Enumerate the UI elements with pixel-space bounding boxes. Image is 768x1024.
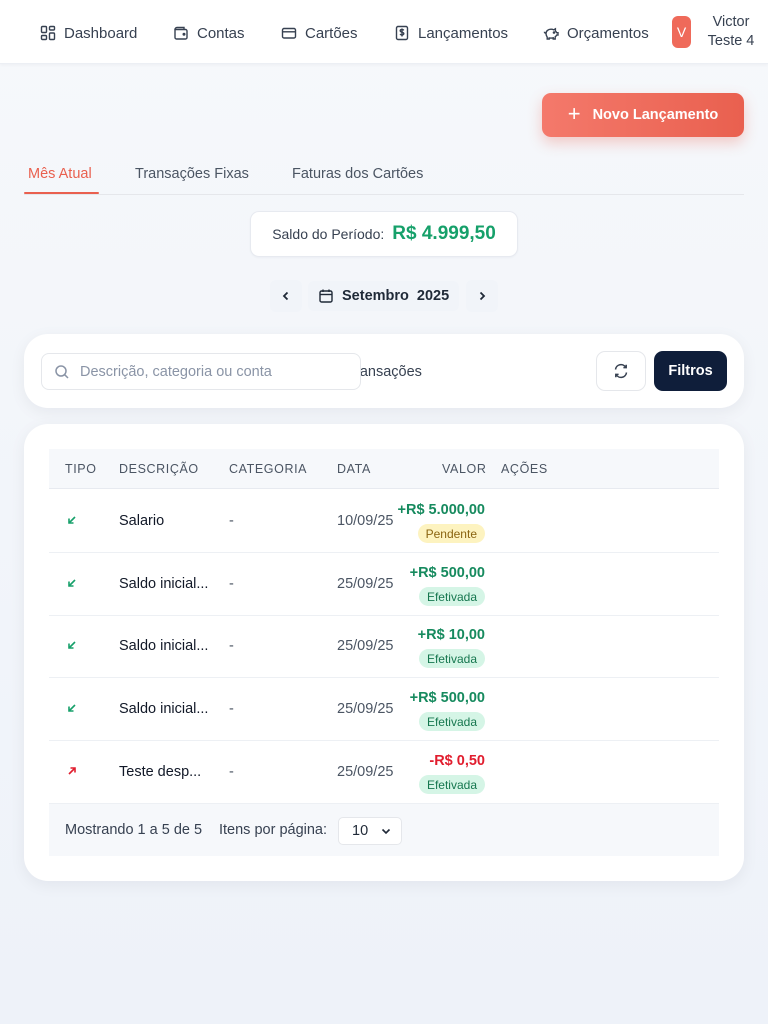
balance-label: Saldo do Período:	[272, 226, 385, 242]
new-entry-label: Novo Lançamento	[592, 107, 719, 123]
row-description: Teste desp...	[119, 764, 202, 780]
row-amount: -R$ 0,50	[429, 753, 485, 769]
items-per-page-select[interactable]: 10	[338, 817, 402, 845]
balance-value: R$ 4.999,50	[392, 223, 496, 244]
transactions-table-card: TIPO DESCRIÇÃO CATEGORIA DATA VALOR AÇÕE…	[24, 424, 744, 881]
search-input[interactable]	[80, 363, 350, 380]
refresh-icon	[614, 363, 628, 379]
search-filter-bar: ransações Filtros	[24, 334, 744, 408]
table-row[interactable]: Salario - 10/09/25 +R$ 5.000,00 Pendente	[49, 490, 719, 553]
table-row[interactable]: Saldo inicial... - 25/09/25 +R$ 500,00 E…	[49, 678, 719, 741]
wallet-icon	[174, 26, 188, 40]
active-tab-indicator	[24, 192, 99, 194]
avatar[interactable]: V	[672, 16, 691, 48]
status-badge: Efetivada	[418, 712, 485, 731]
row-description: Saldo inicial...	[119, 701, 209, 717]
items-per-page-label: Itens por página:	[219, 822, 328, 838]
current-period: Setembro 2025	[308, 281, 460, 311]
row-amount: +R$ 500,00	[409, 565, 485, 581]
tab-transacoes-fixas[interactable]: Transações Fixas	[135, 166, 249, 182]
next-month-button[interactable]	[466, 280, 498, 312]
arrow-down-left-icon	[68, 579, 76, 587]
period-balance-card: Saldo do Período: R$ 4.999,50	[250, 211, 518, 257]
dollar-receipt-icon	[395, 25, 409, 41]
period-month: Setembro	[342, 288, 409, 304]
tabs-divider	[24, 194, 744, 195]
arrow-up-right-icon	[68, 767, 76, 775]
user-name-first: Victor	[712, 14, 750, 30]
piggy-bank-icon	[543, 27, 559, 40]
row-category: -	[229, 764, 234, 780]
header-acoes: AÇÕES	[501, 462, 548, 476]
user-name-last: Teste 4	[707, 33, 755, 49]
chevron-right-icon	[479, 291, 486, 301]
chevron-down-icon	[381, 828, 391, 835]
status-badge: Efetivada	[418, 649, 485, 668]
row-amount: +R$ 500,00	[409, 690, 485, 706]
status-badge: Efetivada	[418, 775, 485, 794]
header-data: DATA	[337, 462, 371, 476]
plus-icon: +	[567, 101, 581, 126]
nav-dashboard-label: Dashboard	[64, 24, 138, 42]
row-category: -	[229, 638, 234, 654]
table-row[interactable]: Teste desp... - 25/09/25 -R$ 0,50 Efetiv…	[49, 741, 719, 804]
nav-orcamentos-label: Orçamentos	[567, 24, 649, 42]
user-name[interactable]: Victor Teste 4	[700, 13, 762, 51]
period-year: 2025	[416, 288, 450, 304]
top-navigation: Dashboard Contas Cartões Lançamentos Orç…	[0, 0, 768, 64]
search-field[interactable]	[41, 353, 361, 390]
row-category: -	[229, 513, 234, 529]
row-category: -	[229, 701, 234, 717]
credit-card-icon	[281, 27, 297, 39]
nav-cartoes[interactable]: Cartões	[281, 22, 358, 44]
row-date: 25/09/25	[337, 764, 394, 780]
row-amount: +R$ 5.000,00	[397, 502, 485, 518]
refresh-button[interactable]	[596, 351, 646, 391]
row-description: Saldo inicial...	[119, 576, 209, 592]
header-categoria: CATEGORIA	[229, 462, 308, 476]
row-date: 10/09/25	[337, 513, 394, 529]
row-date: 25/09/25	[337, 638, 394, 654]
calendar-icon	[319, 289, 333, 303]
status-badge: Pendente	[417, 524, 485, 543]
nav-cartoes-label: Cartões	[305, 24, 358, 42]
header-valor: VALOR	[442, 462, 487, 476]
filters-button[interactable]: Filtros	[654, 351, 727, 391]
new-entry-button[interactable]: + Novo Lançamento	[542, 93, 744, 137]
tab-mes-atual[interactable]: Mês Atual	[28, 166, 92, 182]
row-date: 25/09/25	[337, 701, 394, 717]
row-amount: +R$ 10,00	[417, 627, 485, 643]
header-descricao: DESCRIÇÃO	[119, 462, 199, 476]
search-icon	[55, 364, 69, 379]
dashboard-icon	[40, 25, 56, 41]
items-per-page-value: 10	[352, 823, 369, 839]
header-tipo: TIPO	[65, 462, 97, 476]
row-description: Salario	[119, 513, 165, 529]
table-header: TIPO DESCRIÇÃO CATEGORIA DATA VALOR AÇÕE…	[49, 449, 719, 489]
table-row[interactable]: Saldo inicial... - 25/09/25 +R$ 500,00 E…	[49, 553, 719, 616]
nav-lancamentos[interactable]: Lançamentos	[394, 22, 508, 44]
table-row[interactable]: Saldo inicial... - 25/09/25 +R$ 10,00 Ef…	[49, 615, 719, 678]
nav-orcamentos[interactable]: Orçamentos	[543, 22, 649, 44]
table-footer: Mostrando 1 a 5 de 5 Itens por página: 1…	[49, 804, 719, 856]
row-date: 25/09/25	[337, 576, 394, 592]
pagination-summary: Mostrando 1 a 5 de 5	[65, 822, 203, 838]
arrow-down-left-icon	[68, 641, 76, 649]
chevron-left-icon	[282, 291, 289, 301]
nav-contas-label: Contas	[197, 24, 245, 42]
row-category: -	[229, 576, 234, 592]
arrow-down-left-icon	[68, 516, 76, 524]
partial-hidden-text: ransações	[355, 364, 422, 380]
previous-month-button[interactable]	[270, 280, 302, 312]
row-description: Saldo inicial...	[119, 638, 209, 654]
nav-contas[interactable]: Contas	[173, 22, 245, 44]
nav-lancamentos-label: Lançamentos	[418, 24, 509, 42]
status-badge: Efetivada	[418, 587, 485, 606]
tab-faturas-cartoes[interactable]: Faturas dos Cartões	[292, 166, 423, 182]
arrow-down-left-icon	[68, 704, 76, 712]
nav-dashboard[interactable]: Dashboard	[40, 22, 137, 44]
